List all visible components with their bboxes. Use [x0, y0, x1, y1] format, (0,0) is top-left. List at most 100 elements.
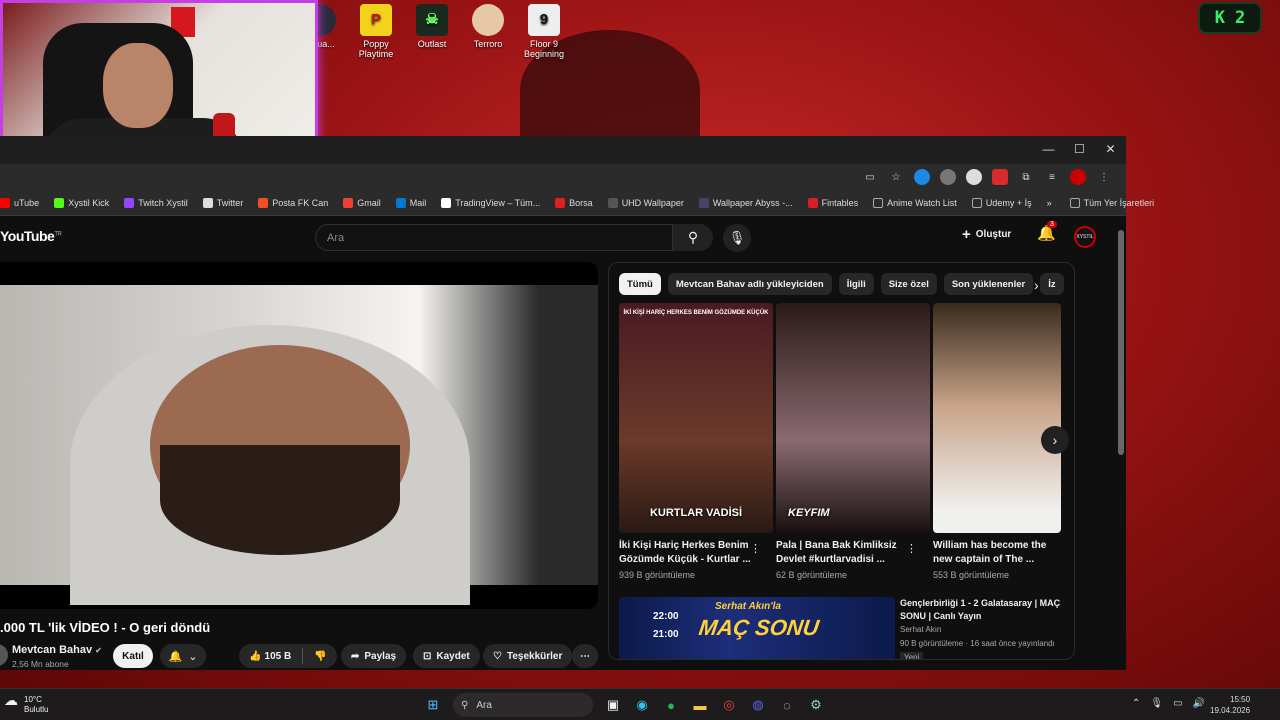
desktop-icon-terroro[interactable]: Terroro [464, 4, 512, 59]
spotify-icon[interactable]: ● [662, 696, 680, 714]
video-card[interactable]: KEYFIM Pala | Bana Bak Kimliksiz Devlet … [776, 303, 930, 580]
like-button[interactable]: 👍 105 B [249, 651, 291, 662]
chip-all[interactable]: Tümü [619, 273, 661, 295]
steam-icon[interactable]: ⚙ [807, 696, 825, 714]
obs-icon[interactable]: ◌ [778, 696, 796, 714]
profile-icon[interactable] [1070, 169, 1086, 185]
desktop-icon-floor-9[interactable]: 9 Floor 9 Beginning [520, 4, 568, 59]
join-button[interactable]: Katıl [113, 644, 153, 668]
video-frame [0, 285, 598, 605]
search-icon: ⚲ [461, 699, 469, 711]
network-icon[interactable]: ▭ [1173, 698, 1182, 709]
volume-icon[interactable]: 🔊 [1193, 698, 1205, 709]
windows-start-icon[interactable]: ⊞ [424, 696, 442, 714]
more-options-icon[interactable]: ⋮ [750, 542, 761, 555]
video-thumbnail[interactable] [933, 303, 1061, 533]
notification-count: 3 [1047, 221, 1057, 228]
desktop-icon-outlast[interactable]: ☠ Outlast [408, 4, 456, 59]
video-thumbnail[interactable]: KEYFIM [776, 303, 930, 533]
file-explorer-icon[interactable]: ▬ [691, 696, 709, 714]
bookmark[interactable]: Borsa [555, 197, 593, 208]
chip-partial[interactable]: İz [1040, 273, 1064, 295]
recommendations-panel: Tümü Mevtcan Bahav adlı yükleyiciden İlg… [608, 262, 1075, 660]
bookmark[interactable]: Xystil Kick [54, 197, 109, 208]
chevron-right-icon: › [1052, 432, 1058, 448]
chip-related[interactable]: İlgili [838, 273, 874, 295]
clock[interactable]: 15:50 19.04.2026 [1210, 694, 1250, 716]
search-button[interactable]: ⚲ [673, 224, 713, 251]
plus-icon: + [962, 226, 971, 243]
bookmark[interactable]: uTube [0, 197, 39, 208]
voice-search-button[interactable]: 🎙 [723, 224, 751, 252]
bookmark[interactable]: Twitch Xystil [124, 197, 188, 208]
bookmark-folder[interactable]: Udemy + İş [971, 197, 1032, 208]
cast-icon[interactable]: ▭ [862, 169, 878, 185]
more-options-icon[interactable]: ⋮ [906, 542, 917, 555]
search-input[interactable] [316, 225, 672, 250]
extension-icon[interactable] [914, 169, 930, 185]
notifications-button[interactable]: 🔔 3 [1037, 221, 1057, 242]
chip-for-you[interactable]: Size özel [880, 273, 937, 295]
all-bookmarks-folder[interactable]: Tüm Yer İşaretleri [1069, 197, 1154, 208]
extension-icon[interactable] [992, 169, 1008, 185]
bookmark[interactable]: UHD Wallpaper [607, 197, 684, 208]
bookmark[interactable]: Mail [395, 197, 426, 208]
edge-icon[interactable]: ◉ [633, 696, 651, 714]
account-avatar[interactable]: XYSTIL [1074, 226, 1096, 248]
dislike-button[interactable]: 👎 [314, 651, 326, 662]
desktop-icon-poppy-playtime[interactable]: P Poppy Playtime [352, 4, 400, 59]
video-player[interactable] [0, 262, 598, 609]
puzzle-icon[interactable]: ⧉ [1018, 169, 1034, 185]
extension-icon[interactable] [940, 169, 956, 185]
thumbs-up-icon: 👍 [249, 650, 262, 662]
bookmark-folder[interactable]: Anime Watch List [873, 197, 957, 208]
chrome-icon[interactable]: ◎ [720, 696, 738, 714]
share-button[interactable]: ➦ Paylaş [341, 644, 407, 668]
thanks-button[interactable]: ♡ Teşekkürler [483, 644, 573, 668]
page-scrollbar[interactable] [1118, 228, 1124, 668]
video-thumbnail[interactable]: Serhat Akın'la 22:00 21:00 MAÇ SONU [619, 597, 895, 659]
chip-recent[interactable]: Son yüklenenler [943, 273, 1034, 295]
microphone-icon[interactable]: 🎙 [1150, 698, 1163, 709]
scrollbar-thumb[interactable] [1118, 230, 1124, 455]
bookmark[interactable]: Fintables [807, 197, 858, 208]
media-icon[interactable]: ≡ [1044, 169, 1060, 185]
chip-from-uploader[interactable]: Mevtcan Bahav adlı yükleyiciden [667, 273, 832, 295]
verified-icon: ✔ [95, 646, 102, 655]
chevron-up-icon[interactable]: ⌃ [1132, 698, 1140, 709]
video-card[interactable]: İKİ KİŞİ HARİÇ HERKES BENİM GÖZÜMDE KÜÇÜ… [619, 303, 773, 580]
recommended-video[interactable]: Serhat Akın'la 22:00 21:00 MAÇ SONU Genç… [619, 597, 1070, 659]
taskbar-search[interactable]: ⚲ Ara [453, 693, 593, 717]
bookmarks-more-button[interactable]: » [1047, 198, 1052, 208]
subscription-bell-button[interactable]: 🔔 ⌄ [160, 644, 206, 668]
folder-icon [873, 197, 884, 208]
extension-icon[interactable] [966, 169, 982, 185]
video-title[interactable]: Gençlerbirliği 1 - 2 Galatasaray | MAÇ S… [900, 597, 1070, 623]
save-button[interactable]: ⊡ Kaydet [413, 644, 480, 668]
channel-name[interactable]: Mevtcan Bahav ✔ [12, 644, 102, 656]
kick-notification-badge[interactable]: K2 [1198, 2, 1262, 34]
chevron-right-icon[interactable]: › [1034, 277, 1039, 293]
task-view-icon[interactable]: ▣ [604, 696, 622, 714]
weather-widget[interactable]: ☁ 10°C Bulutlu [4, 693, 48, 715]
bookmark[interactable]: Gmail [343, 197, 381, 208]
bookmark[interactable]: Posta FK Can [258, 197, 328, 208]
menu-icon[interactable]: ⋮ [1096, 169, 1112, 185]
channel-name[interactable]: Serhat Akın [900, 625, 941, 634]
system-tray: ⌃ 🎙 ▭ 🔊 [1132, 698, 1205, 709]
video-thumbnail[interactable]: İKİ KİŞİ HARİÇ HERKES BENİM GÖZÜMDE KÜÇÜ… [619, 303, 773, 533]
close-button[interactable]: ✕ [1095, 136, 1126, 162]
bookmark[interactable]: Twitter [202, 197, 243, 208]
bookmark[interactable]: Wallpaper Abyss -... [698, 197, 793, 208]
bookmark[interactable]: TradingView – Tüm... [441, 197, 540, 208]
shelf-next-button[interactable]: › [1041, 426, 1069, 454]
discord-icon[interactable]: ◍ [749, 696, 767, 714]
minimize-button[interactable]: — [1033, 136, 1064, 162]
create-button[interactable]: + Oluştur [962, 226, 1011, 243]
channel-avatar[interactable] [0, 644, 8, 666]
youtube-logo[interactable]: YouTubeTR [0, 228, 62, 244]
more-actions-button[interactable]: ⋯ [572, 644, 598, 668]
star-icon[interactable]: ☆ [888, 169, 904, 185]
video-card-title[interactable]: William has become the new captain of Th… [933, 539, 1061, 567]
maximize-button[interactable]: ☐ [1064, 136, 1095, 162]
